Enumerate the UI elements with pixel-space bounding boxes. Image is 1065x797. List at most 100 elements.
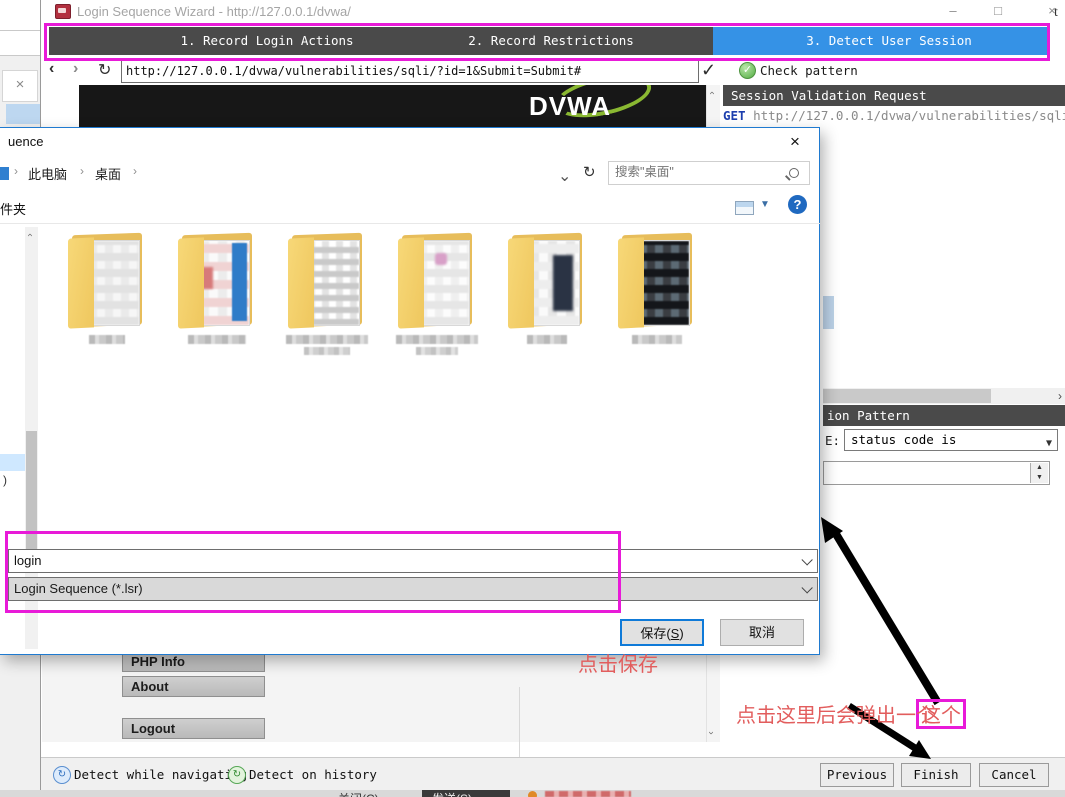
blurred-text-fragment: [545, 791, 631, 797]
new-folder-button-fragment[interactable]: 件夹: [0, 199, 26, 218]
folder-icon: [508, 234, 586, 328]
request-method: GET: [723, 108, 746, 123]
url-input[interactable]: [121, 59, 699, 83]
folder-name-blurred: [89, 335, 125, 344]
search-box[interactable]: [608, 161, 810, 185]
detect-navigating-icon: ↻: [53, 766, 71, 784]
left-pane-selected-item[interactable]: [0, 454, 25, 471]
pattern-value-spinner[interactable]: ▲▼: [823, 461, 1050, 485]
folder-item[interactable]: [169, 234, 265, 364]
dialog-close-icon[interactable]: ×: [780, 130, 810, 154]
pattern-label-fragment: E:: [825, 433, 840, 448]
folder-icon: [618, 234, 696, 328]
pane-scroll-thumb[interactable]: [26, 431, 37, 557]
back-icon[interactable]: ‹: [49, 60, 54, 78]
annotation-click-save: 点击保存: [578, 648, 658, 677]
title-bar[interactable]: Login Sequence Wizard - http://127.0.0.1…: [41, 0, 1065, 23]
folder-name-blurred: [416, 347, 458, 355]
save-label: 保存(: [640, 626, 670, 641]
annotation-popup-note: 点击这里后会弹出一个: [736, 699, 936, 728]
close-button-fragment[interactable]: 关闭(C): [338, 790, 379, 797]
folder-icon: [178, 234, 256, 328]
minimize-button[interactable]: –: [936, 2, 970, 20]
save-file-dialog: uence × › 此电脑 › 桌面 › ⌄ ↻ 件夹 ▼ ? ‹ ): [0, 127, 820, 655]
panel-close-icon[interactable]: ×: [2, 70, 38, 102]
background-toolbar-row2: [0, 31, 40, 56]
cancel-button[interactable]: Cancel: [979, 763, 1049, 787]
folder-name-blurred: [304, 347, 350, 355]
folder-item[interactable]: [279, 234, 375, 364]
folder-icon: [68, 234, 146, 328]
breadcrumb-this-pc[interactable]: 此电脑: [28, 164, 67, 183]
folder-item[interactable]: [389, 234, 485, 364]
folder-name-blurred: [632, 335, 682, 344]
close-button[interactable]: ×: [1035, 2, 1065, 20]
view-mode-caret-icon[interactable]: ▼: [760, 199, 770, 210]
dialog-title-fragment: uence: [8, 134, 43, 149]
detect-history-icon: ↻: [228, 766, 246, 784]
detect-history-label[interactable]: Detect on history: [249, 767, 377, 782]
view-mode-icon[interactable]: [735, 201, 754, 215]
status-code-dropdown[interactable]: status code is ▼: [844, 429, 1058, 451]
save-button[interactable]: 保存(S): [620, 619, 704, 646]
filetype-combobox[interactable]: Login Sequence (*.lsr): [8, 577, 818, 601]
filetype-value: Login Sequence (*.lsr): [14, 581, 143, 596]
check-pattern-label[interactable]: Check pattern: [760, 63, 858, 78]
wizard-footer: ↻ Detect while navigating ↻ Detect on hi…: [41, 757, 1065, 791]
dvwa-about-button[interactable]: About: [122, 676, 265, 697]
dropdown-caret-icon: ▼: [1046, 434, 1052, 454]
forward-icon[interactable]: ›: [73, 60, 78, 78]
status-code-value: status code is: [851, 432, 956, 447]
folder-item[interactable]: [499, 234, 595, 364]
folder-name-blurred: [527, 335, 567, 344]
pattern-scroll-right-icon[interactable]: ›: [1058, 389, 1062, 403]
combo-chevron-icon[interactable]: [801, 582, 812, 593]
wizard-step1[interactable]: 1. Record Login Actions: [180, 33, 353, 48]
breadcrumb-desktop[interactable]: 桌面: [95, 164, 121, 183]
finish-button[interactable]: Finish: [901, 763, 971, 787]
underlying-window-sliver: 关闭(C) 发送(S): [0, 790, 1065, 797]
dialog-cancel-button[interactable]: 取消: [720, 619, 804, 646]
previous-button[interactable]: Previous: [820, 763, 894, 787]
dvwa-page-header: DVWA: [79, 85, 706, 127]
wizard-step2[interactable]: 2. Record Restrictions: [468, 33, 634, 48]
folder-name-blurred: [286, 335, 368, 344]
spinner-arrows-icon[interactable]: ▲▼: [1030, 463, 1048, 483]
background-selection-fragment: [6, 104, 40, 124]
folder-icon: [398, 234, 476, 328]
pattern-header-fragment: ion Pattern: [823, 405, 1065, 426]
wizard-step3[interactable]: 3. Detect User Session: [806, 33, 972, 48]
folder-item[interactable]: [609, 234, 705, 364]
window-title: Login Sequence Wizard - http://127.0.0.1…: [77, 4, 351, 19]
folder-item[interactable]: [59, 234, 155, 364]
detect-navigating-label[interactable]: Detect while navigating: [74, 767, 247, 782]
scroll-up-icon[interactable]: ‹: [707, 91, 717, 94]
wizard-steps-bar: 1. Record Login Actions 2. Record Restri…: [49, 27, 1049, 55]
pattern-scroll-thumb[interactable]: [823, 389, 991, 403]
confirm-check-icon[interactable]: ✓: [701, 60, 716, 81]
session-request-line: GET http://127.0.0.1/dvwa/vulnerabilitie…: [723, 108, 1065, 123]
clipped-text-fragment: t: [1054, 5, 1058, 21]
maximize-button[interactable]: □: [981, 2, 1015, 20]
breadcrumb-chevron-icon: ›: [14, 164, 18, 178]
background-toolbar-row: [0, 0, 40, 31]
dvwa-logout-button[interactable]: Logout: [122, 718, 265, 739]
refresh-icon[interactable]: ↻: [98, 60, 111, 80]
address-dropdown-icon[interactable]: ⌄: [558, 166, 571, 186]
send-button-fragment[interactable]: 发送(S): [422, 790, 510, 797]
pane-scroll-up-icon[interactable]: ‹: [25, 233, 35, 236]
dialog-refresh-icon[interactable]: ↻: [583, 163, 596, 181]
search-input[interactable]: [613, 164, 785, 180]
toolbar-separator: [0, 223, 820, 224]
search-icon: [789, 168, 799, 178]
scroll-down-icon[interactable]: ‹: [707, 731, 717, 734]
filename-combobox[interactable]: [8, 549, 818, 573]
pattern-horizontal-scrollbar[interactable]: ›: [823, 388, 1065, 404]
panel-scroll-thumb-fragment[interactable]: [823, 296, 834, 329]
step-chevron-divider: [699, 27, 713, 55]
filename-input[interactable]: [12, 552, 786, 569]
help-icon[interactable]: ?: [788, 195, 807, 214]
combo-chevron-icon[interactable]: [801, 554, 812, 565]
breadcrumb-chevron-icon: ›: [80, 164, 84, 178]
breadcrumb-location-icon: [0, 167, 9, 180]
